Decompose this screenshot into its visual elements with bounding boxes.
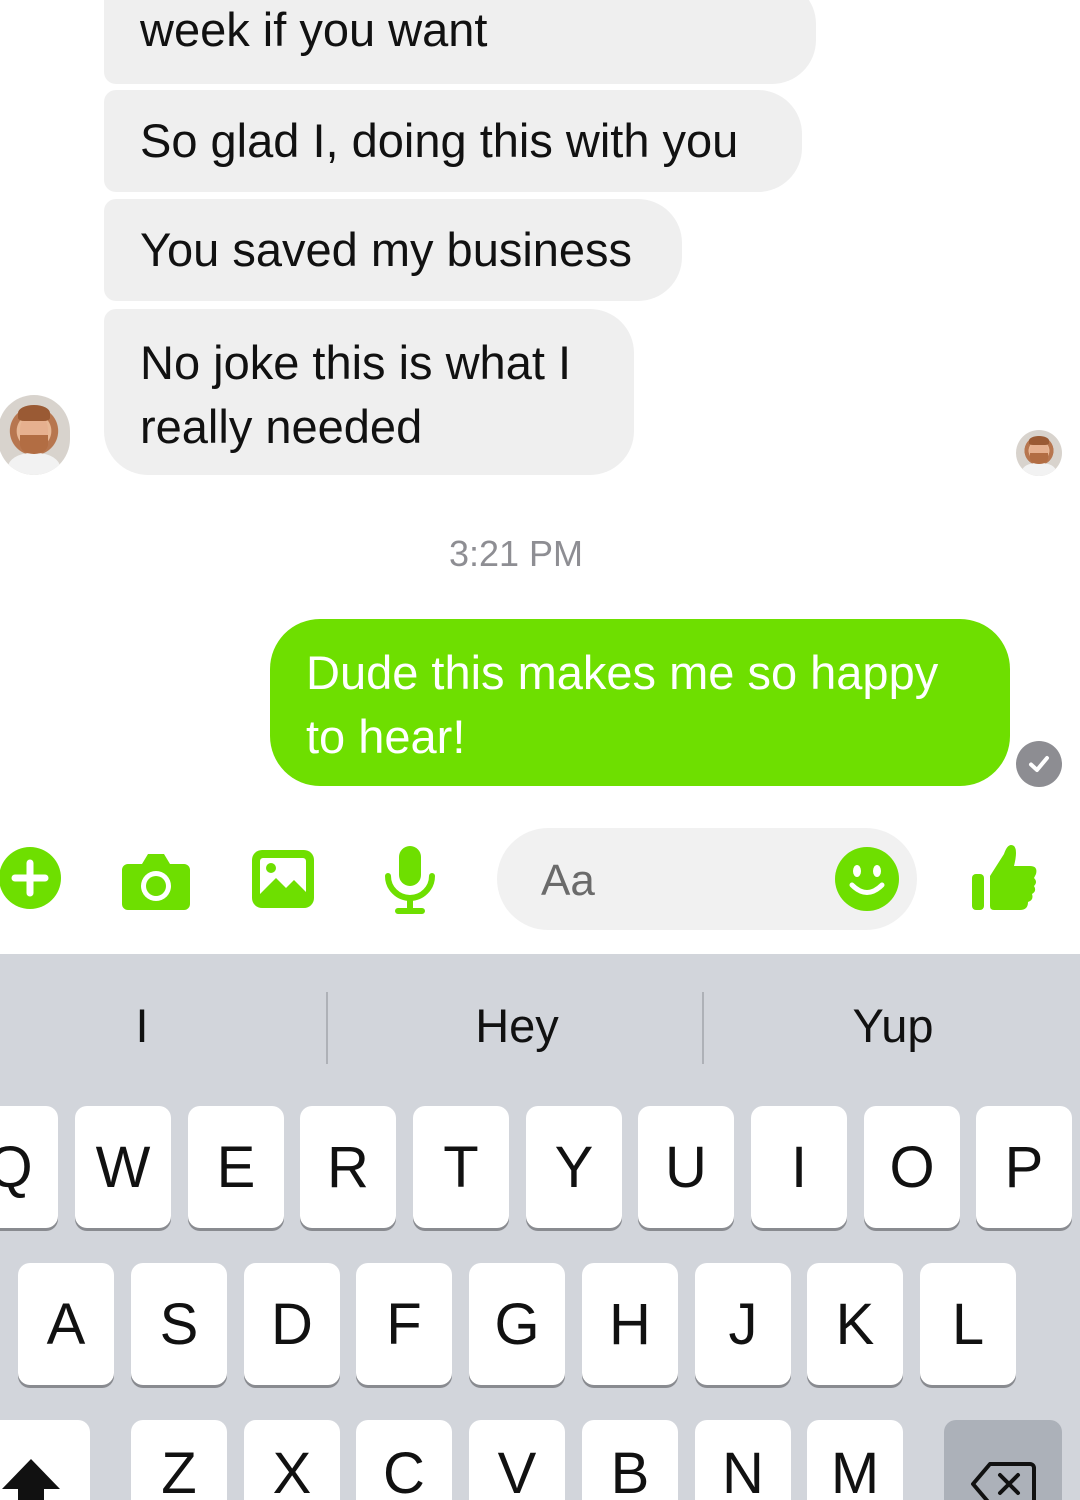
key-o[interactable]: O bbox=[864, 1106, 960, 1228]
key-u[interactable]: U bbox=[638, 1106, 734, 1228]
key-f[interactable]: F bbox=[356, 1263, 452, 1385]
key-q[interactable]: Q bbox=[0, 1106, 58, 1228]
key-p[interactable]: P bbox=[976, 1106, 1072, 1228]
message-text: You saved my business bbox=[140, 223, 633, 276]
predictive-bar: I Hey Yup bbox=[0, 954, 1080, 1104]
suggestion-divider bbox=[702, 992, 704, 1064]
emoji-icon[interactable] bbox=[834, 846, 900, 912]
key-z[interactable]: Z bbox=[131, 1420, 227, 1500]
plus-icon[interactable] bbox=[0, 846, 62, 910]
key-t[interactable]: T bbox=[413, 1106, 509, 1228]
key-j[interactable]: J bbox=[695, 1263, 791, 1385]
camera-icon[interactable] bbox=[120, 848, 192, 912]
suggestion[interactable]: Hey bbox=[330, 998, 704, 1053]
backspace-key[interactable] bbox=[944, 1420, 1062, 1500]
backspace-icon bbox=[970, 1454, 1036, 1500]
message-timestamp: 3:21 PM bbox=[448, 533, 584, 574]
key-w[interactable]: W bbox=[75, 1106, 171, 1228]
thumbs-up-icon[interactable] bbox=[970, 840, 1040, 912]
key-b[interactable]: B bbox=[582, 1420, 678, 1500]
key-m[interactable]: M bbox=[807, 1420, 903, 1500]
incoming-message[interactable]: week if you want bbox=[104, 0, 816, 84]
key-g[interactable]: G bbox=[469, 1263, 565, 1385]
shift-icon bbox=[0, 1454, 62, 1500]
key-i[interactable]: I bbox=[751, 1106, 847, 1228]
suggestion[interactable]: I bbox=[0, 998, 284, 1053]
message-text: No joke this is what I really needed bbox=[140, 336, 572, 453]
incoming-message[interactable]: You saved my business bbox=[104, 199, 682, 301]
shift-key[interactable] bbox=[0, 1420, 90, 1500]
image-icon[interactable] bbox=[250, 848, 316, 910]
suggestion-divider bbox=[326, 992, 328, 1064]
input-placeholder: Aa bbox=[541, 856, 595, 905]
key-k[interactable]: K bbox=[807, 1263, 903, 1385]
microphone-icon[interactable] bbox=[380, 844, 440, 916]
key-v[interactable]: V bbox=[469, 1420, 565, 1500]
key-l[interactable]: L bbox=[920, 1263, 1016, 1385]
key-y[interactable]: Y bbox=[526, 1106, 622, 1228]
message-composer: Aa bbox=[0, 820, 1080, 942]
message-text: week if you want bbox=[140, 3, 488, 56]
outgoing-message[interactable]: Dude this makes me so happy to hear! bbox=[270, 619, 1010, 786]
key-c[interactable]: C bbox=[356, 1420, 452, 1500]
message-text: So glad I, doing this with you bbox=[140, 114, 739, 167]
key-r[interactable]: R bbox=[300, 1106, 396, 1228]
check-icon bbox=[1016, 741, 1062, 787]
key-n[interactable]: N bbox=[695, 1420, 791, 1500]
key-a[interactable]: A bbox=[18, 1263, 114, 1385]
key-h[interactable]: H bbox=[582, 1263, 678, 1385]
key-x[interactable]: X bbox=[244, 1420, 340, 1500]
incoming-message[interactable]: So glad I, doing this with you bbox=[104, 90, 802, 192]
suggestion[interactable]: Yup bbox=[706, 998, 1080, 1053]
keyboard: I Hey Yup Q W E R T Y U I O P A S D F G … bbox=[0, 954, 1080, 1500]
key-s[interactable]: S bbox=[131, 1263, 227, 1385]
message-text: Dude this makes me so happy to hear! bbox=[306, 646, 939, 763]
incoming-message[interactable]: No joke this is what I really needed bbox=[104, 309, 634, 475]
read-receipt-avatar bbox=[1016, 430, 1062, 476]
sender-avatar[interactable] bbox=[0, 395, 70, 475]
key-e[interactable]: E bbox=[188, 1106, 284, 1228]
key-d[interactable]: D bbox=[244, 1263, 340, 1385]
